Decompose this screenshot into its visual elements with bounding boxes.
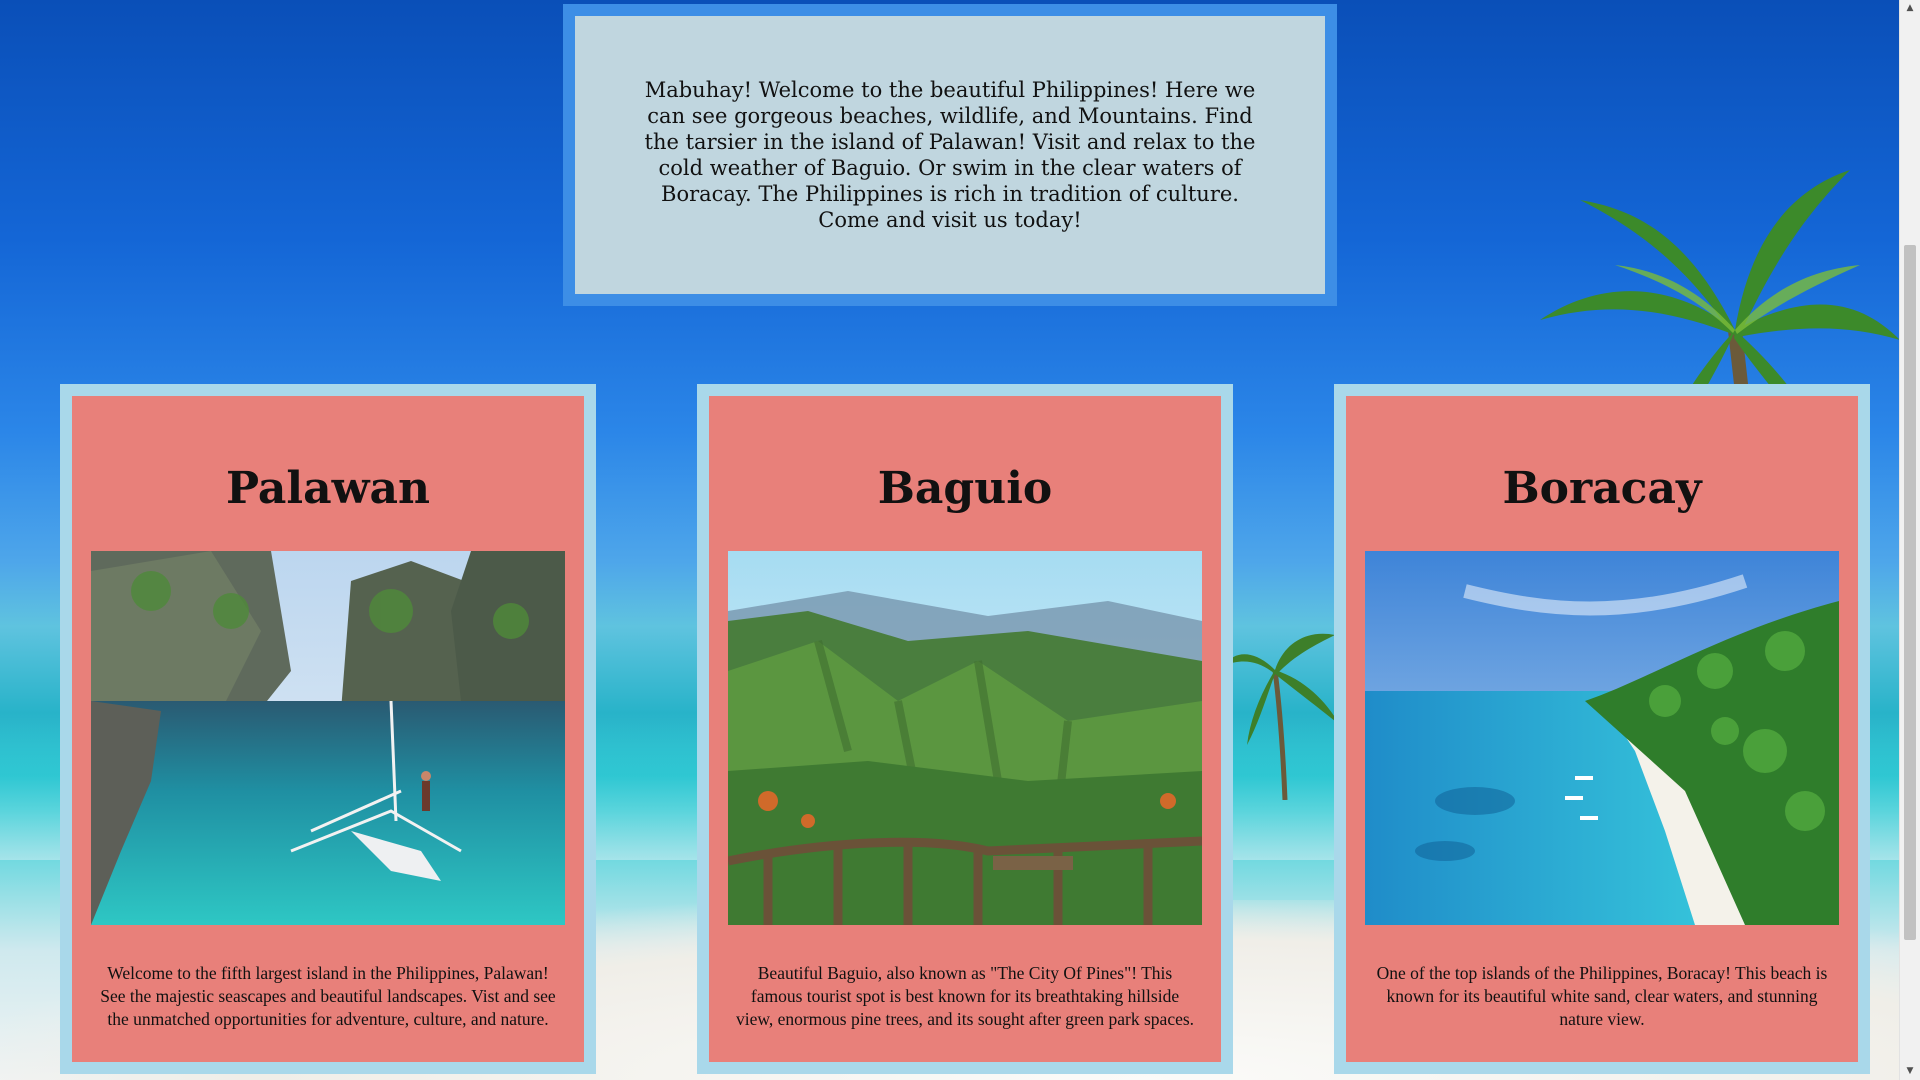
welcome-box: Mabuhay! Welcome to the beautiful Philip…: [563, 4, 1337, 306]
card-title: Baguio: [877, 463, 1053, 514]
card-description: Beautiful Baguio, also known as "The Cit…: [735, 963, 1195, 1029]
chevron-down-icon[interactable]: ▼: [1900, 1063, 1920, 1080]
destination-card-baguio: Baguio Beautiful Baguio, also known as "…: [697, 384, 1233, 1074]
boracay-photo: [1365, 551, 1839, 925]
card-title: Boracay: [1502, 463, 1702, 514]
card-description: One of the top islands of the Philippine…: [1376, 963, 1828, 1029]
scrollbar-thumb[interactable]: [1904, 245, 1916, 940]
destination-card-palawan: Palawan Welcome to the fifth largest isl…: [60, 384, 596, 1074]
card-description: Welcome to the fifth largest island in t…: [100, 963, 556, 1029]
card-title: Palawan: [225, 463, 430, 514]
small-palm-image: [1225, 633, 1340, 800]
baguio-photo: [728, 551, 1202, 925]
page-scrollbar[interactable]: ▲ ▼: [1899, 0, 1920, 1080]
chevron-up-icon[interactable]: ▲: [1900, 0, 1920, 17]
welcome-text: Mabuhay! Welcome to the beautiful Philip…: [644, 78, 1256, 232]
destination-card-boracay: Boracay One of the top islands of the Ph…: [1334, 384, 1870, 1074]
palawan-photo: [91, 551, 565, 925]
page-background: Mabuhay! Welcome to the beautiful Philip…: [0, 0, 1920, 1080]
